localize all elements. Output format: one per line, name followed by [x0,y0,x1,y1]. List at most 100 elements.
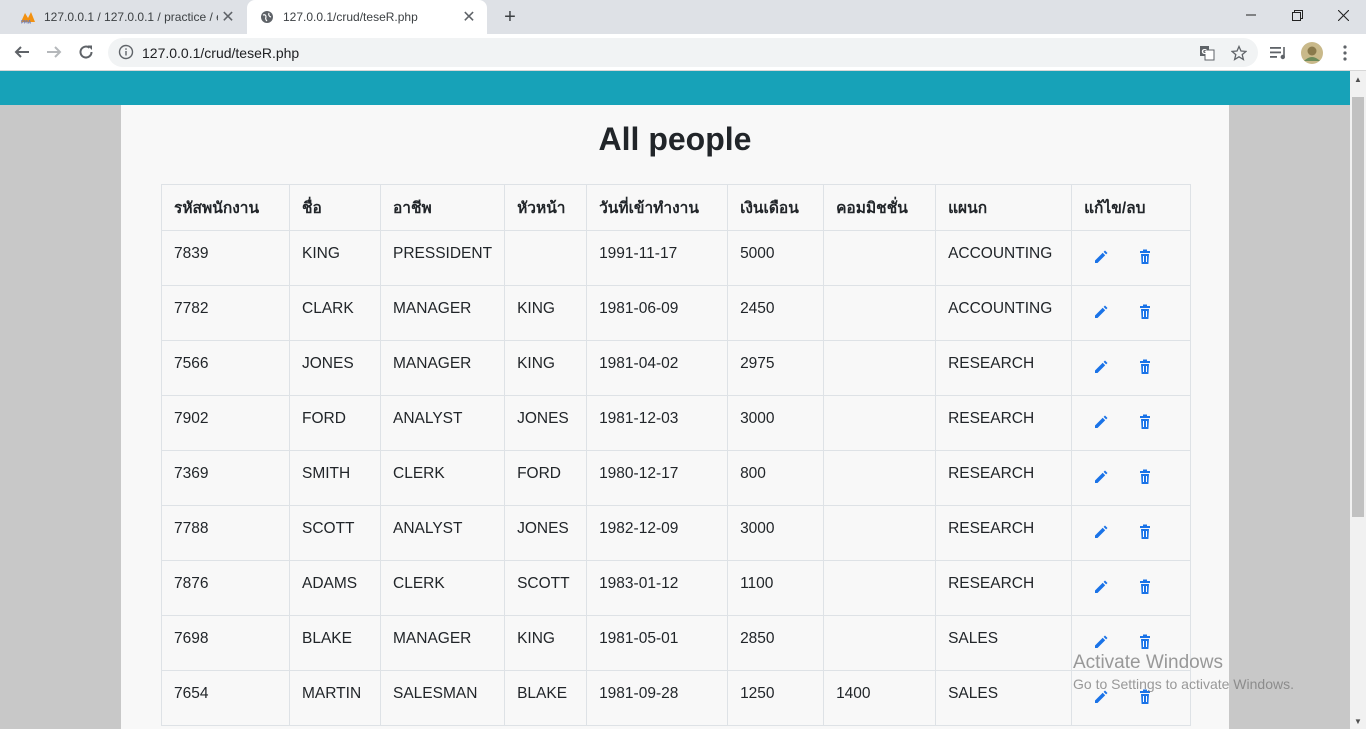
cell-department: ACCOUNTING [935,230,1073,286]
cell-hire-date: 1983-01-12 [586,560,729,616]
info-icon[interactable] [118,44,134,60]
tab-teser[interactable]: 127.0.0.1/crud/teseR.php ✕ [247,0,487,34]
table-row: 7782 CLARK MANAGER KING 1981-06-09 2450 ACCOUN… [161,285,1192,341]
tab-close-icon[interactable]: ✕ [218,7,238,27]
restore-button[interactable] [1274,0,1320,30]
delete-trash-icon[interactable] [1136,468,1156,488]
cell-name: CLARK [289,285,381,341]
menu-kebab-icon[interactable] [1334,42,1356,64]
cell-employee-id: 7902 [161,395,290,451]
globe-icon [259,9,275,25]
cell-manager: JONES [504,505,588,561]
delete-trash-icon[interactable] [1136,248,1156,268]
cell-employee-id: 7788 [161,505,290,561]
cell-salary: 3000 [727,505,825,561]
cell-salary: 1100 [727,560,825,616]
cell-hire-date: 1980-12-17 [586,450,729,506]
cell-salary: 5000 [727,230,825,286]
cell-name: FORD [289,395,381,451]
bookmark-star-icon[interactable] [1230,44,1248,62]
cell-employee-id: 7839 [161,230,290,286]
header-job: อาชีพ [379,184,506,231]
edit-pencil-icon[interactable] [1092,523,1112,543]
cell-employee-id: 7782 [161,285,290,341]
table-row: 7369 SMITH CLERK FORD 1980-12-17 800 RESEARCH [161,450,1192,506]
back-arrow-icon [14,46,29,58]
cell-job: ANALYST [379,505,506,561]
cell-name: BLAKE [289,615,381,671]
cell-name: SCOTT [289,505,381,561]
reload-button[interactable] [73,39,99,65]
header-department: แผนก [935,184,1073,231]
delete-trash-icon[interactable] [1136,523,1156,543]
scroll-thumb[interactable] [1352,97,1364,517]
address-bar[interactable]: 127.0.0.1/crud/teseR.php G [108,38,1258,67]
cell-department: RESEARCH [935,340,1073,396]
tab-strip: PMA 127.0.0.1 / 127.0.0.1 / practice / e… [0,0,1366,34]
header-name: ชื่อ [289,184,381,231]
edit-pencil-icon[interactable] [1092,688,1112,708]
cell-commission [823,560,937,616]
new-tab-button[interactable]: + [498,5,522,29]
edit-pencil-icon[interactable] [1092,248,1112,268]
forward-button[interactable] [41,39,67,65]
close-window-button[interactable] [1320,0,1366,30]
page-scrollbar[interactable]: ▲ ▼ [1350,71,1366,729]
header-edit-delete: แก้ไข/ลบ [1071,184,1192,231]
cell-job: MANAGER [379,340,506,396]
cell-hire-date: 1981-04-02 [586,340,729,396]
cell-salary: 2450 [727,285,825,341]
svg-text:G: G [1202,48,1208,56]
table-row: 7839 KING PRESSIDENT 1991-11-17 5000 ACCOUNTI… [161,230,1192,286]
translate-icon[interactable]: G [1198,44,1216,62]
cell-job: CLERK [379,560,506,616]
back-button[interactable] [9,39,35,65]
minimize-button[interactable] [1228,0,1274,30]
table-header-row: รหัสพนักงาน ชื่อ อาชีพ หัวหน้า วันที่เข้… [161,184,1192,231]
edit-pencil-icon[interactable] [1092,468,1112,488]
scroll-down-arrow-icon[interactable]: ▼ [1350,713,1366,729]
cell-commission [823,450,937,506]
tab-phpmyadmin[interactable]: PMA 127.0.0.1 / 127.0.0.1 / practice / e… [8,0,246,34]
header-hire-date: วันที่เข้าทำงาน [586,184,729,231]
cell-salary: 2975 [727,340,825,396]
cell-department: ACCOUNTING [935,285,1073,341]
cell-job: MANAGER [379,285,506,341]
phpmyadmin-icon: PMA [20,9,36,25]
forward-arrow-icon [47,46,62,58]
cell-actions [1071,395,1192,451]
delete-trash-icon[interactable] [1136,358,1156,378]
cell-hire-date: 1982-12-09 [586,505,729,561]
profile-avatar[interactable] [1301,42,1323,64]
scroll-up-arrow-icon[interactable]: ▲ [1350,71,1366,87]
cell-manager [504,230,588,286]
edit-pencil-icon[interactable] [1092,303,1112,323]
media-control-icon[interactable] [1268,42,1290,64]
cell-actions [1071,670,1192,726]
content-card: All people รหัสพนักงาน ชื่อ อาชีพ หัวหน้… [121,105,1229,729]
page-viewport: All people รหัสพนักงาน ชื่อ อาชีพ หัวหน้… [0,71,1350,729]
cell-commission: 1400 [823,670,937,726]
cell-commission [823,615,937,671]
delete-trash-icon[interactable] [1136,688,1156,708]
cell-name: KING [289,230,381,286]
cell-department: SALES [935,670,1073,726]
delete-trash-icon[interactable] [1136,303,1156,323]
cell-commission [823,505,937,561]
cell-actions [1071,505,1192,561]
delete-trash-icon[interactable] [1136,633,1156,653]
tab-close-icon[interactable]: ✕ [459,7,479,27]
cell-actions [1071,230,1192,286]
cell-name: JONES [289,340,381,396]
cell-actions [1071,340,1192,396]
delete-trash-icon[interactable] [1136,413,1156,433]
edit-pencil-icon[interactable] [1092,578,1112,598]
edit-pencil-icon[interactable] [1092,633,1112,653]
delete-trash-icon[interactable] [1136,578,1156,598]
cell-manager: KING [504,340,588,396]
edit-pencil-icon[interactable] [1092,413,1112,433]
cell-department: RESEARCH [935,395,1073,451]
cell-commission [823,340,937,396]
edit-pencil-icon[interactable] [1092,358,1112,378]
cell-manager: FORD [504,450,588,506]
